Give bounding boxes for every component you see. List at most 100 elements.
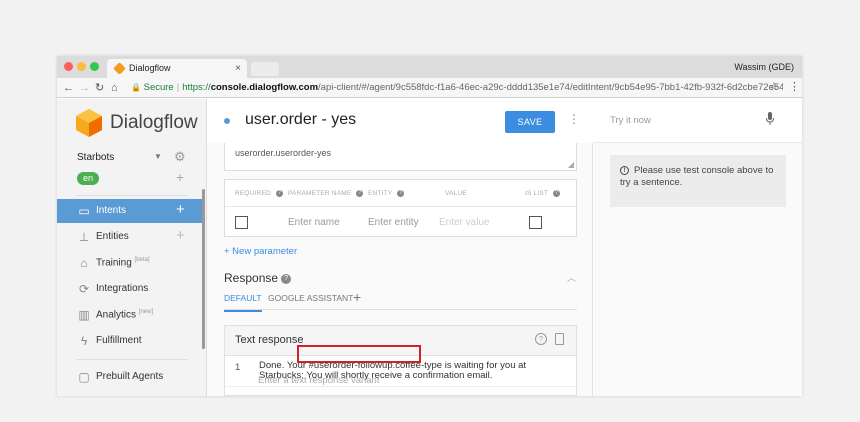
try-it-now-input[interactable]: Try it now: [594, 99, 802, 143]
help-icon: ?: [552, 190, 560, 197]
intent-header: user.order - yes SAVE ⋮: [207, 99, 593, 143]
response-line-divider: [225, 386, 576, 387]
sidebar-item-intents[interactable]: ▭ Intents +: [57, 199, 202, 223]
sidebar: Dialogflow Starbots ▼ ⚙ en + ▭ Intents +…: [57, 99, 207, 396]
package-icon: ▢: [78, 370, 90, 384]
entity-input[interactable]: Enter entity: [368, 217, 419, 228]
dialogflow-favicon-icon: [113, 62, 126, 75]
caret-down-icon[interactable]: ▼: [154, 152, 162, 161]
chart-icon: ▥: [78, 308, 90, 322]
address-bar: ← → ↻ ⌂ 🔒 Secure | https://console.dialogf…: [57, 78, 802, 98]
parameter-name-input[interactable]: Enter name: [288, 217, 340, 228]
sidebar-item-label: Entities: [96, 231, 129, 242]
tab-google-assistant[interactable]: GOOGLE ASSISTANT: [268, 293, 353, 303]
action-name-value: userorder.userorder-yes: [235, 148, 332, 158]
intent-editor: user.order - yes SAVE ⋮ userorder.useror…: [207, 99, 593, 396]
home-icon[interactable]: ⌂: [111, 80, 118, 96]
browser-tab[interactable]: Dialogflow ×: [107, 59, 247, 78]
sidebar-item-prebuilt-agents[interactable]: ▢ Prebuilt Agents: [57, 365, 202, 389]
sidebar-item-fulfillment[interactable]: ϟ Fulfillment: [57, 329, 202, 353]
gear-icon[interactable]: ⚙: [174, 149, 186, 165]
new-parameter-link[interactable]: + New parameter: [224, 246, 297, 257]
chat-icon: ▭: [78, 204, 90, 218]
intent-status-dot: [224, 118, 230, 124]
sidebar-item-analytics[interactable]: ▥ Analytics [new]: [57, 303, 202, 327]
language-badge[interactable]: en: [77, 172, 99, 185]
sidebar-scrollbar[interactable]: [202, 189, 205, 349]
url-host: console.dialogflow.com: [210, 82, 319, 93]
tabs-divider: [224, 309, 577, 310]
close-window-icon[interactable]: [64, 62, 73, 71]
sync-icon: ⟳: [78, 282, 90, 296]
sidebar-item-entities[interactable]: ⊥ Entities +: [57, 225, 202, 249]
value-input[interactable]: Enter value: [439, 217, 490, 228]
new-tab-button[interactable]: [251, 62, 279, 76]
url-path: /api-client/#/agent/9c558fdc-f1a6-46ec-a…: [318, 82, 783, 93]
response-title: Response?: [224, 271, 292, 285]
sidebar-item-training[interactable]: ⌂ Training [beta]: [57, 251, 202, 275]
help-icon: ?: [397, 190, 405, 197]
console-hint-text: Please use test console above to try a s…: [620, 165, 774, 188]
browser-tab-title: Dialogflow: [129, 63, 171, 73]
microphone-icon[interactable]: [766, 112, 774, 126]
graduation-cap-icon: ⌂: [80, 256, 88, 270]
sidebar-item-label: Prebuilt Agents: [96, 371, 164, 382]
response-line-number: 1: [235, 362, 241, 373]
column-value: VALUE: [445, 190, 467, 197]
intent-title[interactable]: user.order - yes: [245, 111, 356, 129]
dialogflow-logo-icon: [76, 109, 102, 137]
action-name-field[interactable]: userorder.userorder-yes ◢: [224, 143, 577, 171]
bolt-icon: ϟ: [80, 334, 88, 348]
back-icon[interactable]: ←: [63, 80, 74, 96]
browser-profile[interactable]: Wassim (GDE): [734, 56, 794, 78]
sidebar-item-label: Training [beta]: [96, 257, 150, 269]
logo-text: Dialogflow: [110, 112, 198, 133]
column-entity: ENTITY ?: [368, 190, 405, 197]
reload-icon[interactable]: ↻: [95, 80, 104, 96]
save-button[interactable]: SAVE: [505, 111, 555, 133]
secure-label: Secure: [143, 82, 174, 93]
minimize-window-icon[interactable]: [77, 62, 86, 71]
add-language-icon[interactable]: +: [176, 169, 184, 185]
forward-icon[interactable]: →: [79, 80, 90, 96]
column-is-list: IS LIST ?: [525, 190, 560, 197]
add-entity-icon[interactable]: +: [176, 227, 185, 244]
sidebar-item-label: Fulfillment: [96, 335, 142, 346]
is-list-checkbox[interactable]: [529, 216, 542, 229]
lock-icon: 🔒: [131, 83, 141, 92]
trash-icon[interactable]: [555, 333, 564, 345]
sidebar-item-label: Intents: [96, 205, 127, 216]
url-field[interactable]: 🔒 Secure | https://console.dialogflow.com/…: [131, 81, 783, 95]
sidebar-item-integrations[interactable]: ⟳ Integrations: [57, 277, 202, 301]
response-line-text[interactable]: Done. Your #userorder-followup.coffee-ty…: [259, 361, 569, 381]
beta-tag: [beta]: [134, 257, 150, 263]
more-options-icon[interactable]: ⋮: [568, 112, 580, 126]
required-checkbox[interactable]: [235, 216, 248, 229]
text-response-header: Text response ?: [225, 326, 576, 356]
column-parameter-name: PARAMETER NAME ?: [288, 190, 364, 197]
resize-handle-icon[interactable]: ◢: [568, 160, 574, 169]
text-response-title: Text response: [235, 334, 304, 346]
try-it-now-placeholder: Try it now: [610, 115, 651, 126]
add-platform-icon[interactable]: +: [353, 289, 361, 305]
test-console-panel: Try it now ! Please use test console abo…: [594, 99, 802, 396]
new-tag: [new]: [138, 309, 154, 315]
text-response-card: Text response ? 1 Done. Your #userorder-…: [224, 325, 577, 396]
browser-menu-icon[interactable]: ⋮: [789, 80, 800, 93]
sidebar-item-label: Analytics [new]: [96, 309, 154, 321]
column-required: REQUIRED ?: [235, 190, 283, 197]
sidebar-divider: [77, 195, 187, 196]
maximize-window-icon[interactable]: [90, 62, 99, 71]
parameters-table-header: REQUIRED ? PARAMETER NAME ? ENTITY ? VAL…: [225, 180, 576, 207]
chevron-up-icon[interactable]: ︿: [567, 271, 576, 284]
tab-close-icon[interactable]: ×: [235, 59, 241, 78]
console-hint-card: ! Please use test console above to try a…: [610, 155, 786, 207]
hierarchy-icon: ⊥: [78, 230, 90, 244]
help-icon[interactable]: ?: [281, 273, 292, 284]
help-circle-icon[interactable]: ?: [535, 333, 547, 345]
bookmark-star-icon[interactable]: ☆: [769, 80, 779, 93]
help-icon: ?: [275, 190, 283, 197]
add-intent-icon[interactable]: +: [176, 201, 185, 218]
url-scheme: https://: [182, 82, 211, 93]
browser-tab-bar: Dialogflow × Wassim (GDE): [57, 56, 802, 78]
